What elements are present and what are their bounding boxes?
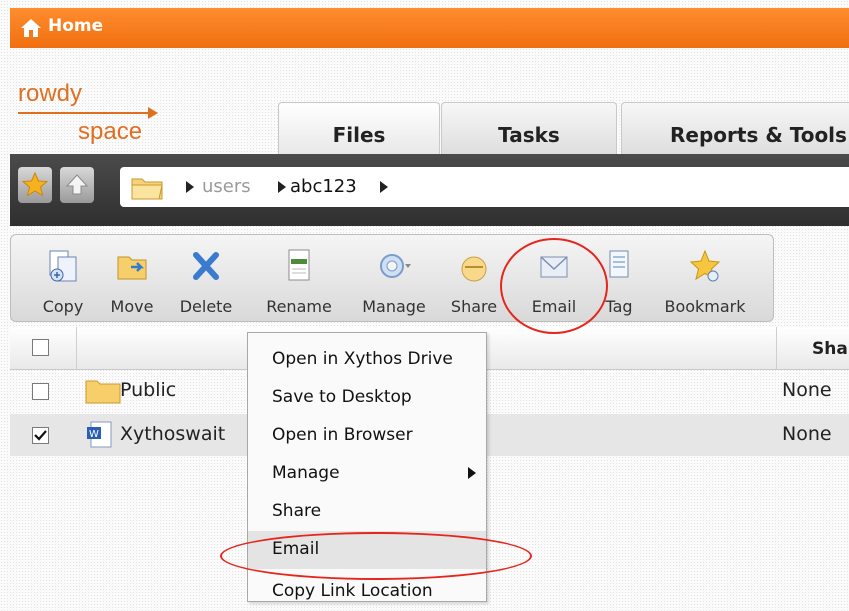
home-link[interactable]: Home: [48, 16, 103, 36]
row-checkbox[interactable]: [32, 427, 49, 444]
bookmark-button[interactable]: Bookmark: [653, 235, 757, 321]
delete-button[interactable]: Delete: [171, 235, 241, 321]
sharing-value: None: [782, 423, 832, 445]
tab-files[interactable]: Files: [278, 102, 440, 154]
annotation-circle-email-menu-item: [220, 532, 532, 580]
breadcrumb-separator-icon: [186, 181, 194, 193]
row-checkbox[interactable]: [32, 383, 49, 400]
rename-label: Rename: [266, 297, 332, 316]
top-bar: Home: [10, 8, 849, 48]
logo-line-2: space: [78, 118, 143, 145]
menu-item-label: Share: [272, 501, 322, 521]
up-folder-button[interactable]: [60, 167, 94, 203]
menu-item-open-in-browser[interactable]: Open in Browser: [248, 417, 486, 455]
move-button[interactable]: Move: [103, 235, 161, 321]
gear-icon: [380, 254, 411, 278]
menu-item-label: Save to Desktop: [272, 387, 412, 407]
breadcrumb-separator-icon: [278, 181, 286, 193]
menu-item-label: Manage: [272, 463, 340, 483]
breadcrumb-separator-icon: [380, 181, 388, 193]
file-name[interactable]: Xythoswait: [120, 423, 225, 445]
delete-label: Delete: [179, 297, 233, 316]
favorites-button[interactable]: [18, 167, 52, 203]
delete-icon: [193, 252, 219, 280]
menu-item-share[interactable]: Share: [248, 493, 486, 531]
tab-reports-tools[interactable]: Reports & Tools: [621, 102, 849, 154]
logo-arrow: [148, 107, 158, 119]
menu-item-label: Copy Link Location: [272, 581, 433, 601]
copy-button[interactable]: Copy: [33, 235, 93, 321]
home-icon[interactable]: [20, 17, 42, 39]
move-label: Move: [110, 297, 154, 316]
select-all-checkbox[interactable]: [32, 339, 49, 356]
folder-icon: [85, 380, 121, 404]
logo-line-1: rowdy: [18, 80, 83, 107]
copy-icon: [49, 250, 77, 282]
rename-button[interactable]: Rename: [255, 235, 343, 321]
annotation-circle-email-button: [500, 238, 608, 334]
share-label: Share: [450, 297, 498, 316]
breadcrumb-users[interactable]: users: [202, 176, 251, 197]
svg-text:W: W: [89, 429, 99, 440]
column-divider: [76, 327, 77, 369]
menu-item-save-to-desktop[interactable]: Save to Desktop: [248, 379, 486, 417]
bookmark-label: Bookmark: [664, 297, 746, 316]
rename-icon: [288, 249, 310, 281]
navigation-bar: users abc123: [10, 154, 849, 226]
manage-button[interactable]: Manage: [349, 235, 439, 321]
copy-label: Copy: [42, 297, 84, 316]
star-icon: [21, 171, 49, 197]
sharing-value: None: [782, 379, 832, 401]
checkmark-icon: [34, 430, 47, 441]
file-name[interactable]: Public: [120, 379, 176, 401]
menu-item-open-in-xythos-drive[interactable]: Open in Xythos Drive: [248, 341, 486, 379]
word-document-icon: W: [87, 421, 112, 448]
share-icon: [461, 256, 487, 282]
star-icon: [689, 249, 721, 282]
column-divider: [776, 327, 777, 369]
manage-label: Manage: [362, 297, 426, 316]
rowdyspace-logo: rowdy space: [18, 80, 178, 152]
logo-rule: [18, 112, 150, 114]
share-button[interactable]: Share: [443, 235, 505, 321]
tab-tasks[interactable]: Tasks: [441, 102, 617, 154]
action-toolbar: Copy Move Delete Rename Manage Share Ema…: [10, 234, 774, 322]
submenu-arrow-icon: [468, 467, 476, 479]
move-icon: [117, 256, 147, 280]
menu-item-manage[interactable]: Manage: [248, 455, 486, 493]
breadcrumb-abc123[interactable]: abc123: [290, 176, 357, 197]
menu-item-label: Open in Browser: [272, 425, 413, 445]
folder-icon[interactable]: [130, 173, 164, 201]
breadcrumb: users abc123: [120, 167, 849, 207]
column-header-sharing[interactable]: Sha: [812, 339, 848, 359]
menu-item-label: Open in Xythos Drive: [272, 349, 453, 369]
arrow-up-icon: [65, 174, 89, 195]
